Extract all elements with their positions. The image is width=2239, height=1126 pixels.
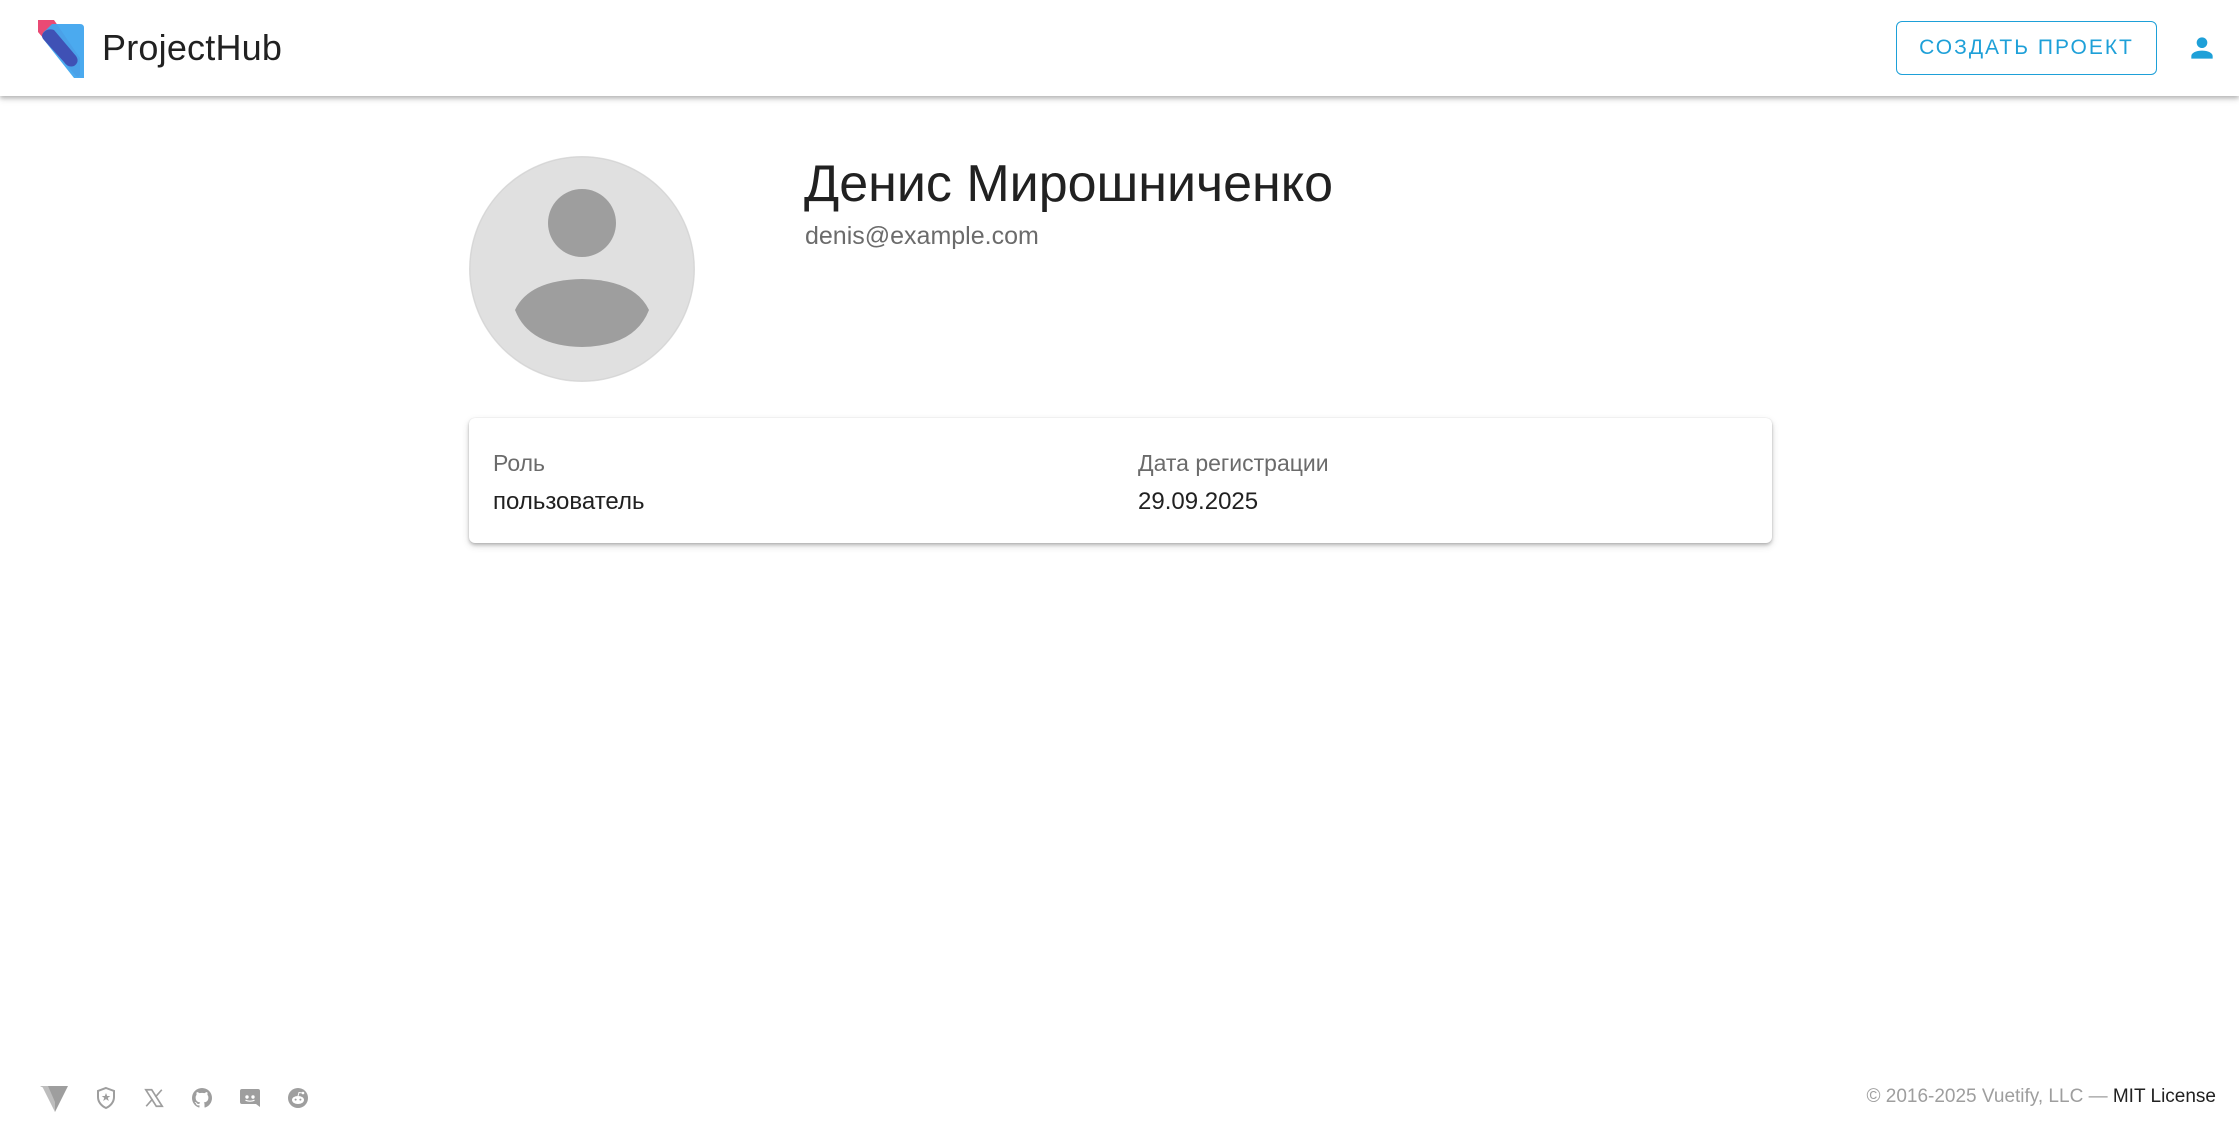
reddit-icon[interactable] [284,1084,312,1112]
discord-icon[interactable] [236,1084,264,1112]
x-twitter-icon[interactable] [140,1084,168,1112]
vuetify-logo-icon [38,20,84,78]
role-label: Роль [493,450,546,476]
registration-date-value: 29.09.2025 [1138,488,1259,515]
github-icon[interactable] [188,1084,216,1112]
footer-social-links [38,1082,332,1114]
person-placeholder-icon [469,156,695,382]
registration-date-field: Дата регистрации 29.09.2025 [1138,448,1329,517]
app-bar: ProjectHub Создать проект [0,0,2239,96]
footer-copyright: © 2016-2025 Vuetify, LLC — MIT License [1866,1084,2216,1110]
shield-icon[interactable] [92,1084,120,1112]
create-project-button[interactable]: Создать проект [1896,21,2157,75]
mit-license-link[interactable]: MIT License [2113,1086,2216,1107]
account-icon [2191,37,2213,59]
role-field: Роль пользователь [493,448,645,517]
copyright-text: © 2016-2025 Vuetify, LLC — [1866,1086,2108,1107]
registration-date-label: Дата регистрации [1138,450,1329,476]
profile-name: Денис Мирошниченко [804,155,1334,213]
footer: © 2016-2025 Vuetify, LLC — MIT License [0,1070,2239,1126]
profile-details-card: Роль пользователь Дата регистрации 29.09… [469,418,1772,543]
role-value: пользователь [493,488,645,515]
account-button[interactable] [2180,26,2224,70]
brand-link[interactable]: ProjectHub [34,18,282,78]
avatar [469,156,695,382]
app-title: ProjectHub [102,27,283,68]
vuetify-icon[interactable] [38,1082,70,1114]
profile-email: denis@example.com [805,222,1039,250]
